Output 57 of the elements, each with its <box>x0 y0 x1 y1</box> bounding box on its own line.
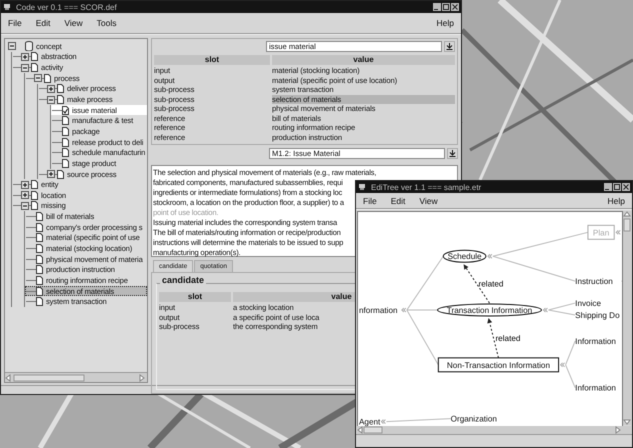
menu-item[interactable]: File <box>361 194 379 206</box>
expand-icon[interactable] <box>47 84 55 93</box>
checked-document-icon <box>62 106 69 115</box>
connector-line <box>565 340 576 366</box>
edge-label: related <box>478 280 504 289</box>
node-label[interactable]: nformation <box>359 306 398 316</box>
group-title: candidate <box>160 275 206 285</box>
minimize-icon[interactable] <box>604 183 612 191</box>
menu-item[interactable]: Edit <box>388 194 408 206</box>
help-menu[interactable]: Help <box>434 17 456 29</box>
vertical-scrollbar[interactable] <box>623 211 631 425</box>
collapse-icon[interactable] <box>34 74 42 82</box>
column-header: slot <box>154 55 270 65</box>
node-label[interactable]: Organization <box>450 414 497 424</box>
node-label[interactable]: Information <box>575 384 616 393</box>
expand-icon[interactable] <box>47 170 55 178</box>
menu-item[interactable]: View <box>62 17 85 29</box>
node-label[interactable]: Information <box>575 336 616 346</box>
column-header: slot <box>159 292 231 302</box>
close-icon[interactable] <box>622 183 630 191</box>
menu-item[interactable]: Tools <box>94 17 118 29</box>
node-label[interactable]: Shipping Do <box>575 311 620 320</box>
app-icon[interactable] <box>3 3 11 11</box>
menu-item[interactable]: Edit <box>34 17 52 29</box>
maximize-icon[interactable] <box>613 183 621 191</box>
expand-icon[interactable] <box>21 180 29 189</box>
ellipse-node[interactable]: Schedule <box>442 250 486 263</box>
connector-line <box>548 302 576 311</box>
dropdown-button[interactable] <box>447 148 458 159</box>
close-icon[interactable] <box>451 3 459 11</box>
box-node[interactable]: Non-Transaction Information <box>438 357 560 372</box>
collapse-icon[interactable] <box>21 202 29 210</box>
expand-icon[interactable] <box>21 52 29 61</box>
database-icon <box>25 41 33 52</box>
edge-label: related <box>495 334 520 343</box>
node-label[interactable]: Invoice <box>575 299 602 308</box>
node-label[interactable]: Agent <box>359 418 380 427</box>
app-icon[interactable] <box>358 183 366 191</box>
dropdown-button[interactable] <box>444 41 455 52</box>
horizontal-scrollbar[interactable] <box>357 426 631 434</box>
collapse-icon[interactable] <box>47 96 55 104</box>
collapse-icon[interactable] <box>8 42 16 50</box>
minimize-icon[interactable] <box>433 3 441 11</box>
maximize-icon[interactable] <box>442 3 450 11</box>
menu-item[interactable]: View <box>417 194 440 206</box>
connector-line <box>386 418 452 422</box>
menu-item[interactable]: File <box>6 17 24 29</box>
expand-icon[interactable] <box>21 191 29 200</box>
horizontal-scrollbar[interactable] <box>5 372 147 382</box>
column-header: value <box>272 55 455 65</box>
node-label[interactable]: Instruction <box>575 277 613 286</box>
ellipse-node[interactable]: Transaction Information <box>437 304 542 316</box>
collapse-icon[interactable] <box>21 64 29 72</box>
window-title: Code ver 0.1 === SCOR.def <box>16 2 117 12</box>
help-menu[interactable]: Help <box>606 194 627 206</box>
connector-line <box>565 364 576 388</box>
window-title: EdiTree ver 1.1 === sample.etr <box>371 182 482 192</box>
